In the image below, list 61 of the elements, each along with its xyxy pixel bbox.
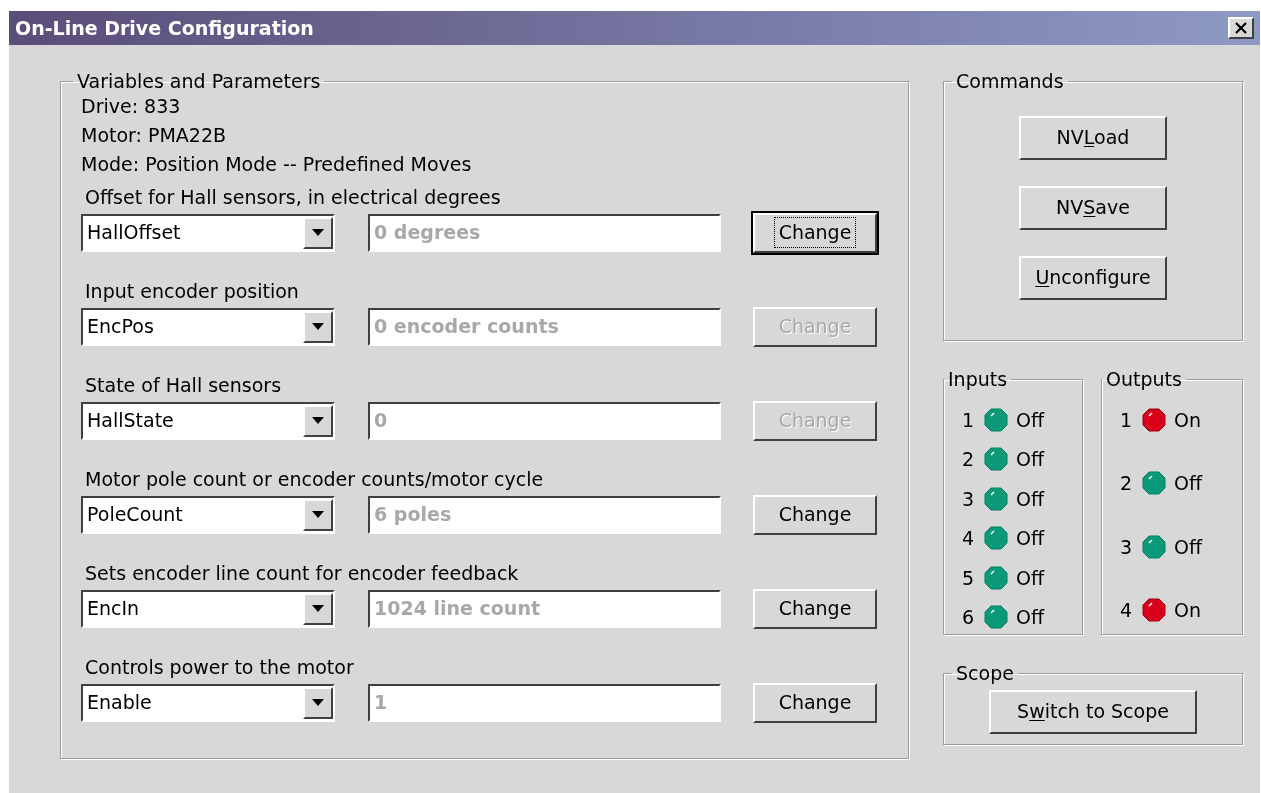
change-button[interactable]: Change <box>753 588 877 629</box>
dropdown-arrow-button[interactable] <box>303 498 333 531</box>
channel-number: 5 <box>960 565 976 591</box>
variable-dropdown[interactable]: Enable <box>81 683 335 722</box>
command-button[interactable]: NVSave <box>1019 185 1167 230</box>
command-button[interactable]: NVLoad <box>1019 115 1167 160</box>
channel-number: 1 <box>960 407 976 433</box>
channel-number: 1 <box>1118 407 1134 433</box>
channel-number: 2 <box>960 447 976 472</box>
group-title: Outputs <box>1105 367 1183 392</box>
channel-state: On <box>1174 407 1201 433</box>
group-title: Inputs <box>947 367 1009 392</box>
info-text: Drive: 833 <box>81 93 182 119</box>
channel-state: On <box>1174 598 1201 623</box>
channel-state: Off <box>1016 447 1045 472</box>
dropdown-arrow-button[interactable] <box>303 686 333 719</box>
dropdown-arrow-button[interactable] <box>303 404 333 437</box>
caret-icon <box>312 417 324 424</box>
info-text: Mode: Position Mode -- Predefined Moves <box>81 151 473 177</box>
caret-icon <box>312 229 324 236</box>
channel-state: Off <box>1016 526 1045 551</box>
caret-icon <box>312 323 324 330</box>
channel-number: 2 <box>1118 471 1134 496</box>
close-icon <box>1235 22 1247 34</box>
parameter-description: Sets encoder line count for encoder feedback <box>84 560 520 586</box>
channel-state: Off <box>1174 471 1203 496</box>
dropdown-arrow-button[interactable] <box>303 216 333 249</box>
parameter-description: Controls power to the motor <box>84 654 355 680</box>
channel-state: Off <box>1016 605 1045 630</box>
change-button[interactable]: Change <box>753 212 877 253</box>
variable-dropdown[interactable]: HallOffset <box>81 213 335 252</box>
parameter-description: State of Hall sensors <box>84 372 283 398</box>
parameter-description: Motor pole count or encoder counts/motor cycle <box>84 466 545 492</box>
channel-number: 3 <box>960 486 976 512</box>
dropdown-arrow-button[interactable] <box>303 310 333 343</box>
group-title: Commands <box>955 69 1065 94</box>
variable-dropdown[interactable]: PoleCount <box>81 495 335 534</box>
command-button[interactable]: Unconfigure <box>1019 255 1167 300</box>
parameter-description: Input encoder position <box>84 278 300 304</box>
dropdown-arrow-button[interactable] <box>303 592 333 625</box>
parameter-description: Offset for Hall sensors, in electrical degrees <box>84 184 502 210</box>
variable-dropdown[interactable]: EncIn <box>81 589 335 628</box>
change-button[interactable]: Change <box>753 682 877 723</box>
channel-state: Off <box>1016 407 1045 433</box>
group-title: Variables and Parameters <box>76 69 322 94</box>
window-title: On-Line Drive Configuration <box>15 15 314 41</box>
channel-state: Off <box>1016 486 1045 512</box>
channel-number: 4 <box>960 526 976 551</box>
caret-icon <box>312 699 324 706</box>
channel-number: 6 <box>960 605 976 630</box>
channel-state: Off <box>1016 565 1045 591</box>
change-button[interactable]: Change <box>753 494 877 535</box>
channel-number: 4 <box>1118 598 1134 623</box>
channel-state: Off <box>1174 534 1203 560</box>
switch-to-scope-button[interactable]: Switch to Scope <box>989 689 1197 734</box>
channel-number: 3 <box>1118 534 1134 560</box>
caret-icon <box>312 511 324 518</box>
caret-icon <box>312 605 324 612</box>
info-text: Motor: PMA22B <box>81 122 228 148</box>
group-title: Scope <box>955 661 1015 686</box>
close-button[interactable] <box>1228 17 1254 39</box>
